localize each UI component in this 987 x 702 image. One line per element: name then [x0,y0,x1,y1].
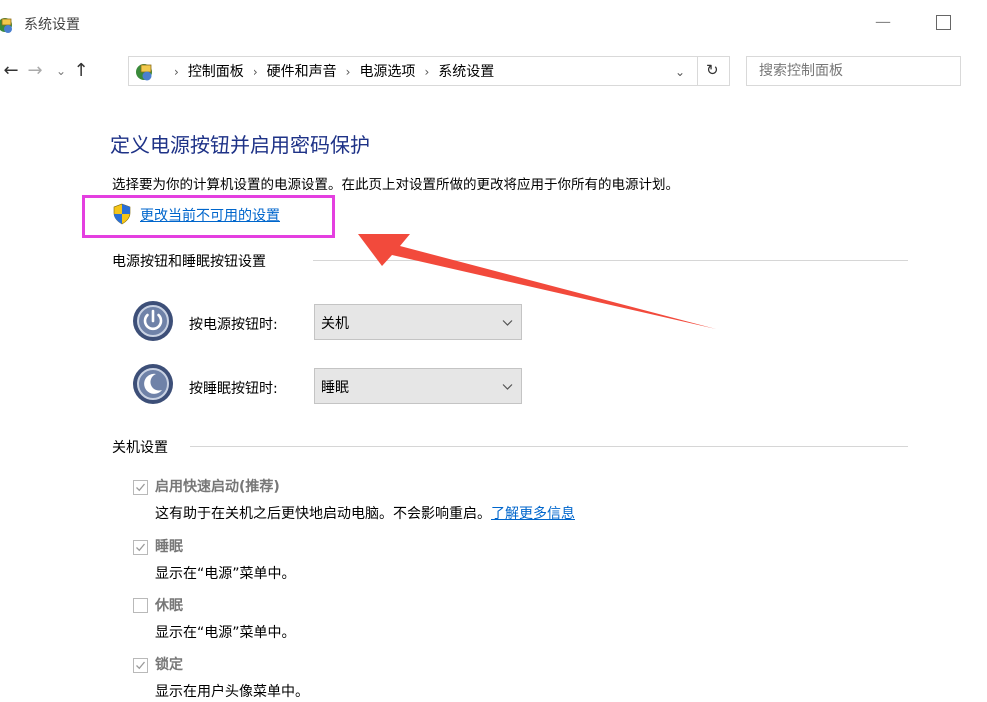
chevron-down-icon [502,320,513,326]
hibernate-option-label: 休眠 [155,598,183,614]
navigation-bar: ← → ⌄ ↑ › 控制面板 › 硬件和声音 › 电源选项 › 系统设置 ⌄ ↻ [0,54,987,90]
select-value: 睡眠 [321,380,349,396]
learn-more-link[interactable]: 了解更多信息 [491,506,575,522]
power-buttons-section-heading: 电源按钮和睡眠按钮设置 [112,254,266,270]
breadcrumb-power-options[interactable]: 电源选项 [359,62,415,82]
maximize-button[interactable] [936,15,951,30]
breadcrumb-control-panel[interactable]: 控制面板 [188,62,244,82]
section-divider [313,260,908,261]
sleep-button-label: 按睡眠按钮时: [189,381,278,397]
minimize-button[interactable]: — [868,12,898,36]
sleep-checkbox[interactable] [133,540,148,555]
sleep-button-icon [133,364,173,404]
page-title: 定义电源按钮并启用密码保护 [110,133,370,157]
checkmark-icon [136,483,146,492]
power-button-icon [133,301,173,341]
checkmark-icon [136,543,146,552]
hibernate-option-description: 显示在“电源”菜单中。 [155,625,296,641]
select-value: 关机 [321,316,349,332]
breadcrumb-separator[interactable]: › [253,62,258,82]
sleep-button-action-select[interactable]: 睡眠 [314,368,522,404]
breadcrumb: › 控制面板 › 硬件和声音 › 电源选项 › 系统设置 [165,62,494,82]
lock-option-label: 锁定 [155,657,183,673]
address-bar[interactable]: › 控制面板 › 硬件和声音 › 电源选项 › 系统设置 ⌄ ↻ [128,56,730,86]
control-panel-icon [136,64,152,81]
chevron-down-icon[interactable]: ⌄ [675,62,685,82]
breadcrumb-separator[interactable]: › [424,62,429,82]
uac-shield-icon [113,203,131,225]
fast-startup-description-text: 这有助于在关机之后更快地启动电脑。不会影响重启。 [155,506,491,522]
chevron-down-icon [502,384,513,390]
sleep-option-description: 显示在“电源”菜单中。 [155,566,296,582]
red-arrow-annotation [358,234,716,329]
title-bar: 系统设置 — [0,0,987,52]
change-unavailable-settings-link[interactable]: 更改当前不可用的设置 [140,205,280,225]
lock-checkbox[interactable] [133,658,148,673]
breadcrumb-separator[interactable]: › [346,62,351,82]
search-box[interactable] [746,56,961,86]
lock-option-description: 显示在用户头像菜单中。 [155,684,309,700]
power-button-label: 按电源按钮时: [189,317,278,333]
breadcrumb-hardware-sound[interactable]: 硬件和声音 [267,62,337,82]
back-arrow-icon[interactable]: ← [0,58,22,84]
power-button-action-select[interactable]: 关机 [314,304,522,340]
search-input[interactable] [747,57,960,85]
recent-locations-icon[interactable]: ⌄ [50,58,72,84]
shutdown-section-heading: 关机设置 [112,440,168,456]
fast-startup-label: 启用快速启动(推荐) [155,479,280,495]
breadcrumb-system-settings[interactable]: 系统设置 [438,62,494,82]
refresh-button[interactable]: ↻ [697,56,731,86]
refresh-icon: ↻ [706,61,719,79]
window-title: 系统设置 [24,17,80,33]
up-arrow-icon[interactable]: ↑ [70,58,92,84]
section-divider [190,446,908,447]
forward-arrow-icon[interactable]: → [24,58,46,84]
breadcrumb-separator: › [174,65,179,79]
sleep-option-label: 睡眠 [155,539,183,555]
checkmark-icon [136,661,146,670]
fast-startup-checkbox[interactable] [133,480,148,495]
control-panel-icon [0,18,12,33]
page-description: 选择要为你的计算机设置的电源设置。在此页上对设置所做的更改将应用于你所有的电源计… [112,177,679,193]
hibernate-checkbox[interactable] [133,598,148,613]
fast-startup-description: 这有助于在关机之后更快地启动电脑。不会影响重启。了解更多信息 [155,503,575,523]
